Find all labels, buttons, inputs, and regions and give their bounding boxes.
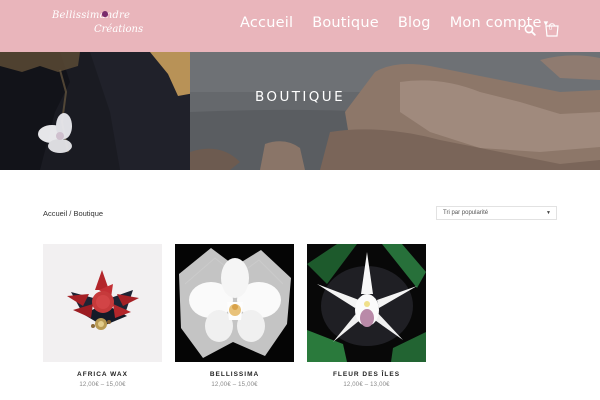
nav-item-blog[interactable]: Blog (398, 15, 431, 31)
logo-line-1: Bellissimandre (52, 10, 131, 21)
product-image[interactable] (307, 244, 426, 362)
product-image[interactable] (175, 244, 294, 362)
product-name[interactable]: BELLISSIMA (175, 371, 294, 378)
product-price: 12,00€ – 15,00€ (79, 382, 126, 388)
breadcrumb-home-link[interactable]: Accueil (43, 209, 67, 218)
product-card[interactable]: AFRICA WAX 12,00€ – 15,00€ (43, 244, 162, 388)
breadcrumb-current: Boutique (73, 209, 104, 218)
nav-item-boutique[interactable]: Boutique (312, 15, 379, 31)
logo-line-2: Créations (94, 24, 144, 35)
sort-select-value: Tri par popularité (443, 210, 489, 216)
sort-select[interactable]: Tri par popularité ▼ (436, 206, 557, 220)
logo-gem-icon (102, 11, 108, 17)
cart-count-badge: 0 (548, 26, 553, 32)
site-header: Bellissimandre Créations Accueil Boutiqu… (0, 0, 600, 52)
product-card[interactable]: FLEUR DES ÎLES 12,00€ – 13,00€ (307, 244, 426, 388)
product-card[interactable]: BELLISSIMA 12,00€ – 15,00€ (175, 244, 294, 388)
product-name[interactable]: AFRICA WAX (43, 371, 162, 378)
product-name[interactable]: FLEUR DES ÎLES (307, 371, 426, 378)
site-logo[interactable]: Bellissimandre Créations (52, 10, 144, 40)
product-price: 12,00€ – 15,00€ (211, 382, 258, 388)
chevron-down-icon: ▼ (546, 210, 551, 216)
page-title: BOUTIQUE (255, 89, 345, 105)
main-nav: Accueil Boutique Blog Mon compte ▾ (240, 15, 548, 31)
hero-background-image (0, 52, 600, 170)
nav-item-accueil[interactable]: Accueil (240, 15, 293, 31)
search-icon[interactable] (524, 24, 536, 36)
product-image[interactable] (43, 244, 162, 362)
breadcrumb: Accueil / Boutique (43, 209, 103, 218)
hero-banner: BOUTIQUE (0, 52, 600, 170)
product-price: 12,00€ – 13,00€ (343, 382, 390, 388)
